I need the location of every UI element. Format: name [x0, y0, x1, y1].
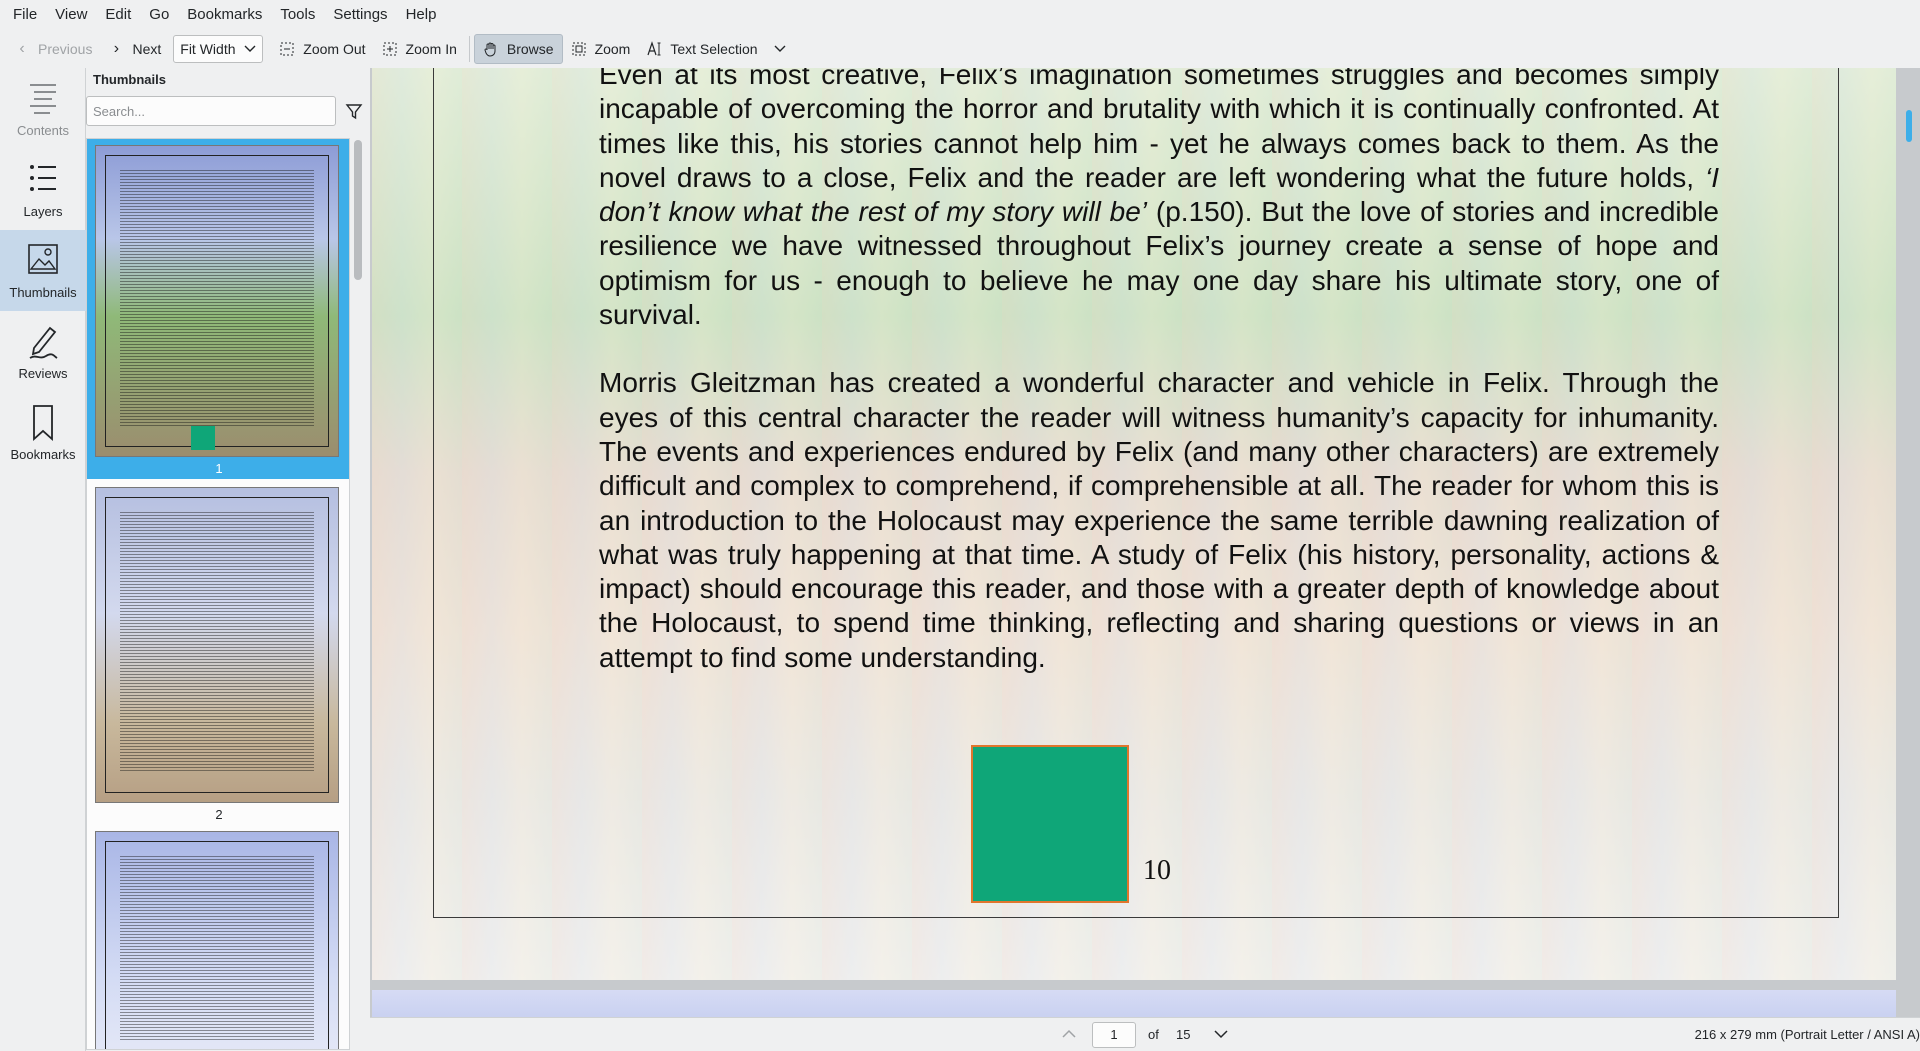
thumbnails-icon: [28, 244, 58, 274]
zoom-in-button[interactable]: Zoom In: [374, 34, 465, 64]
sidebar-item-label: Contents: [16, 123, 70, 138]
previous-label: Previous: [38, 41, 93, 57]
menu-file[interactable]: File: [4, 0, 46, 30]
sidebar-item-label: Bookmarks: [10, 447, 76, 462]
browse-tool-button[interactable]: Browse: [473, 34, 563, 64]
paragraph-2: Morris Gleitzman has created a wonderful…: [599, 367, 1719, 673]
thumbnail-list[interactable]: 1 2: [86, 138, 350, 1050]
total-pages: 15: [1176, 1027, 1191, 1042]
thumbnails-title: Thumbnails: [93, 72, 166, 87]
bookmarks-icon: [33, 405, 53, 442]
browse-label: Browse: [506, 41, 554, 57]
page-logo-square: [971, 745, 1129, 903]
zoom-tool-button[interactable]: Zoom: [563, 34, 639, 64]
text-selection-tool-button[interactable]: Text Selection: [638, 34, 765, 64]
zoom-tool-label: Zoom: [594, 41, 631, 57]
chevron-down-icon[interactable]: [1212, 1025, 1230, 1043]
menu-go[interactable]: Go: [140, 0, 178, 30]
thumbnail-search-input[interactable]: Search...: [86, 96, 336, 126]
thumbnail-image: [95, 831, 339, 1049]
menu-settings[interactable]: Settings: [324, 0, 396, 30]
filter-icon[interactable]: [344, 101, 364, 121]
sidebar-item-thumbnails[interactable]: Thumbnails: [0, 230, 86, 311]
hand-icon: [484, 42, 496, 57]
page-number: 10: [1143, 855, 1171, 886]
next-label: Next: [132, 41, 162, 57]
tool-menu-button[interactable]: [766, 34, 794, 64]
reviews-icon: [29, 326, 58, 359]
document-page: Even at its most creative, Felix’s imagi…: [372, 68, 1896, 980]
sidebar-item-layers[interactable]: Layers: [0, 149, 86, 230]
sidebar-item-contents[interactable]: Contents: [0, 68, 86, 149]
thumbnail-image: [95, 487, 339, 803]
menu-view[interactable]: View: [46, 0, 96, 30]
sidebar-item-bookmarks[interactable]: Bookmarks: [0, 392, 86, 473]
thumbnail-image: [95, 145, 339, 457]
current-page-input[interactable]: 1: [1092, 1022, 1136, 1048]
thumbnail-page-2[interactable]: 2: [87, 483, 349, 823]
menu-edit[interactable]: Edit: [96, 0, 140, 30]
menu-bookmarks[interactable]: Bookmarks: [178, 0, 271, 30]
sidebar-item-reviews[interactable]: Reviews: [0, 311, 86, 392]
zoom-out-button[interactable]: Zoom Out: [271, 34, 373, 64]
zoom-mode-select[interactable]: Fit Width: [173, 35, 264, 63]
toolbar-separator: [468, 36, 470, 62]
main-toolbar: ‹ Previous › Next Fit Width Zoom Out Zoo…: [0, 30, 1920, 68]
page-navigation-bar: 1 of 15 216 x 279 mm (Portrait Letter / …: [370, 1017, 1920, 1051]
body-text: Even at its most creative, Felix’s imagi…: [599, 68, 1719, 675]
menu-help[interactable]: Help: [397, 0, 446, 30]
text-select-icon: [647, 41, 661, 56]
zoom-in-label: Zoom In: [405, 41, 457, 57]
thumbnail-page-1[interactable]: 1: [87, 139, 349, 479]
zoom-out-label: Zoom Out: [303, 41, 366, 57]
layers-icon: [30, 165, 56, 191]
chevron-right-icon: ›: [113, 40, 120, 57]
thumbnail-page-3[interactable]: [87, 827, 349, 1049]
chevron-up-icon[interactable]: [1060, 1025, 1078, 1043]
previous-button[interactable]: ‹ Previous: [6, 34, 100, 64]
of-label: of: [1148, 1027, 1159, 1042]
thumbnail-page-number: 2: [215, 807, 223, 822]
zoom-mode-value: Fit Width: [180, 41, 236, 57]
thumbnails-panel: Thumbnails Search... 1 2: [86, 68, 368, 1051]
chevron-down-icon: [774, 45, 786, 52]
menu-bar: File View Edit Go Bookmarks Tools Settin…: [0, 0, 1920, 30]
zoom-in-icon: [383, 42, 397, 56]
sidebar: Contents Layers Thumbnails Reviews Bookm…: [0, 68, 86, 1051]
thumbnail-page-number: 1: [215, 461, 223, 476]
sidebar-item-label: Reviews: [18, 366, 68, 381]
paragraph-1: Even at its most creative, Felix’s imagi…: [599, 68, 1720, 331]
sidebar-item-label: Thumbnails: [9, 285, 77, 300]
document-view[interactable]: Even at its most creative, Felix’s imagi…: [370, 68, 1920, 1017]
next-button[interactable]: › Next: [100, 34, 169, 64]
document-scroll-handle[interactable]: [1906, 110, 1912, 142]
contents-icon: [30, 84, 56, 114]
paper-size-label: 216 x 279 mm (Portrait Letter / ANSI A): [1694, 1027, 1920, 1042]
menu-tools[interactable]: Tools: [271, 0, 324, 30]
document-page-next: [372, 990, 1896, 1017]
thumbnail-scroll-handle[interactable]: [354, 140, 362, 280]
zoom-select-icon: [572, 42, 586, 56]
thumbnail-scrollbar[interactable]: [354, 140, 362, 1045]
text-selection-label: Text Selection: [670, 41, 758, 57]
chevron-left-icon: ‹: [19, 40, 25, 57]
zoom-out-icon: [280, 42, 294, 56]
chevron-down-icon: [244, 45, 256, 52]
sidebar-item-label: Layers: [23, 204, 63, 219]
